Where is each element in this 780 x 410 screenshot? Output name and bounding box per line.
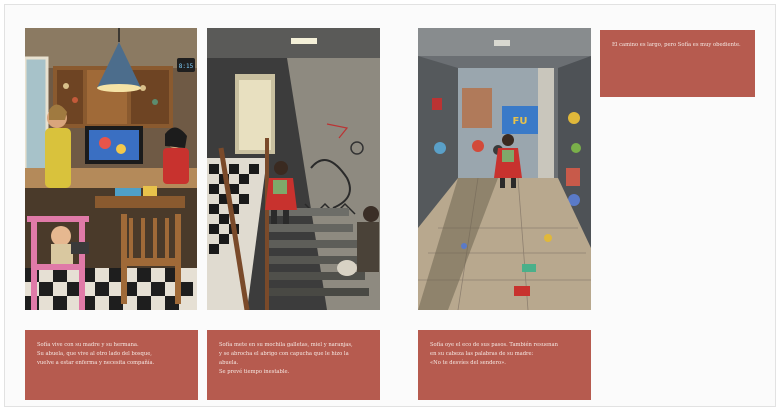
toddler [51,226,71,246]
text-line: y se abrocha el abrigo con capucha que l… [219,351,349,366]
window [25,58,47,178]
stairwell-illustration [207,28,380,310]
alley-illustration: FU [418,28,591,310]
clock-time: 8:15 [179,63,194,70]
illustration-alley: FU [418,28,591,310]
sister-figure [163,127,189,184]
text-line: Se prevé tiempo inestable. [219,369,290,375]
ceiling-light [494,40,510,46]
text-line: «No te desvíes del sendero». [430,360,506,366]
text-line: Sofía mete en su mochila galletas, miel … [219,342,353,348]
text-box-scene-1: Sofía vive con su madre y su hermana. Su… [25,330,198,400]
bus-sign: FU [513,116,528,127]
text-line: El camino es largo, pero Sofía es muy ob… [612,42,741,48]
illustration-kitchen: 8:15 [25,28,197,310]
table [95,196,185,208]
text-line: Sofía oye el eco de sus pasos. También r… [430,342,558,348]
checker-floor [25,268,197,310]
text-box-scene-2: Sofía mete en su mochila galletas, miel … [207,330,380,400]
toy-car [514,286,530,296]
text-box-scene-3: Sofía oye el eco de sus pasos. También r… [418,330,591,400]
text-line: vuelve a estar enferma y necesita compañ… [37,360,155,366]
text-box-scene-4: El camino es largo, pero Sofía es muy ob… [600,30,755,97]
kitchen-illustration: 8:15 [25,28,197,310]
illustration-stairwell [207,28,380,310]
ceiling-light [291,38,317,44]
text-line: en su cabeza las palabras de su madre: [430,351,534,357]
toy-block [522,264,536,272]
text-line: Sofía vive con su madre y su hermana. [37,342,139,348]
text-line: Su abuela, que vive al otro lado del bos… [37,351,152,357]
